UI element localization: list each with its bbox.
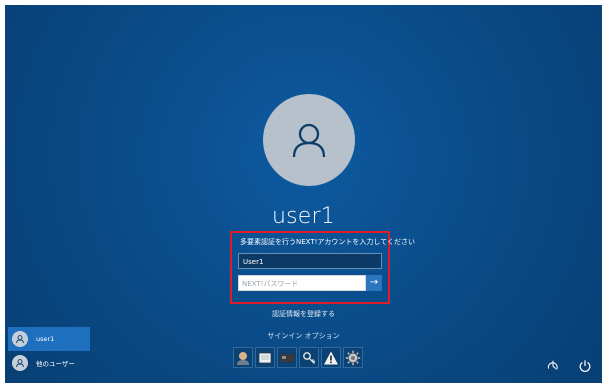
user-list: user1 他のユーザー: [8, 327, 90, 375]
user-list-label: user1: [36, 335, 55, 343]
power-icon[interactable]: [578, 359, 592, 373]
face-option-button[interactable]: [233, 347, 253, 368]
username-title: user1: [272, 204, 335, 229]
user-list-label: 他のユーザー: [36, 360, 75, 368]
signin-panel: 多要素認証を行うNEXT!アカウントを入力してください User1 NEXT!パ…: [230, 231, 415, 304]
key-option-button[interactable]: [299, 347, 319, 368]
settings-gear-icon: [345, 350, 361, 365]
ease-of-access-icon[interactable]: [546, 359, 560, 373]
other-user-avatar: [12, 355, 28, 371]
user-list-item-other-user[interactable]: 他のユーザー: [8, 351, 90, 375]
user-avatar-icon: [292, 123, 326, 158]
smart-card-icon: [280, 353, 294, 362]
login-screen: user1 多要素認証を行うNEXT!アカウントを入力してください User1 …: [5, 5, 602, 383]
face-icon: [237, 351, 249, 365]
settings-option-button[interactable]: [343, 347, 363, 368]
signin-prompt: 多要素認証を行うNEXT!アカウントを入力してください: [240, 238, 415, 246]
card-reader-icon: [258, 352, 272, 363]
warning-option-button[interactable]: [321, 347, 341, 368]
system-controls: [546, 359, 592, 373]
signin-options-label: サインイン オプション: [267, 332, 340, 340]
user-avatar: [263, 94, 355, 186]
password-field[interactable]: NEXT!パスワード: [238, 275, 366, 291]
password-row: NEXT!パスワード →: [238, 275, 382, 291]
user-list-item-user1[interactable]: user1: [8, 327, 90, 351]
smart-card-option-button[interactable]: [277, 347, 297, 368]
submit-button[interactable]: →: [366, 275, 382, 291]
key-icon: [303, 351, 316, 364]
warning-icon: [324, 351, 338, 364]
user-icon: [16, 335, 24, 344]
signin-options-row: [233, 347, 393, 368]
user1-avatar: [12, 331, 28, 347]
user-icon: [16, 359, 24, 368]
register-credentials-link[interactable]: 認証情報を登録する: [5, 309, 602, 319]
account-field[interactable]: User1: [238, 253, 382, 269]
card-reader-option-button[interactable]: [255, 347, 275, 368]
